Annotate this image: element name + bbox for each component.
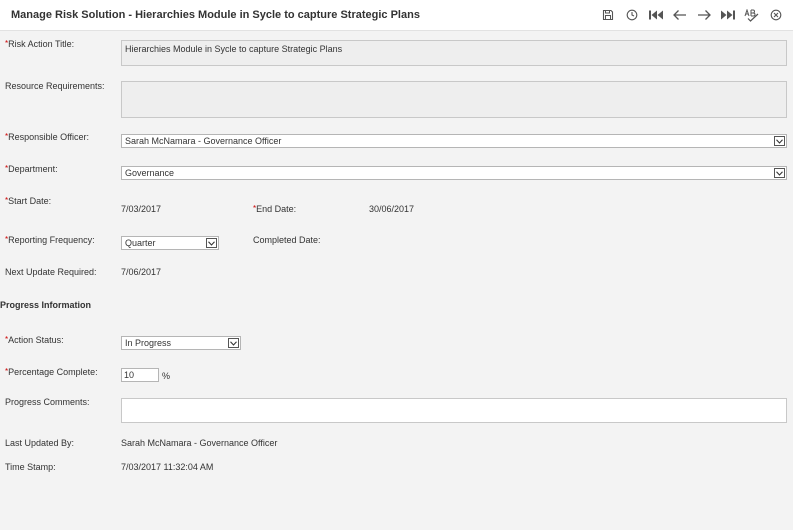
- responsible-officer-value: Sarah McNamara - Governance Officer: [125, 136, 282, 146]
- history-icon: [626, 9, 638, 21]
- action-status-label: *Action Status:: [5, 335, 64, 345]
- last-record-button[interactable]: [716, 6, 740, 24]
- first-record-button[interactable]: [644, 6, 668, 24]
- chevron-down-icon: [774, 136, 785, 146]
- progress-information-heading: Progress Information: [0, 300, 92, 310]
- percentage-complete-input[interactable]: 10: [121, 368, 159, 382]
- responsible-officer-label: *Responsible Officer:: [5, 132, 89, 142]
- history-button[interactable]: [620, 6, 644, 24]
- end-date-value[interactable]: 30/06/2017: [369, 204, 414, 214]
- last-record-icon: [721, 10, 735, 20]
- action-status-value: In Progress: [125, 338, 172, 348]
- resource-requirements-field[interactable]: [121, 81, 787, 118]
- chevron-down-icon: [774, 168, 785, 178]
- end-date-label: *End Date:: [253, 204, 297, 214]
- close-button[interactable]: [764, 6, 788, 24]
- action-status-select[interactable]: In Progress: [121, 336, 241, 350]
- start-date-value[interactable]: 7/03/2017: [121, 204, 161, 214]
- risk-action-title-label: *Risk Action Title:: [5, 39, 75, 49]
- time-stamp-label: Time Stamp:: [5, 462, 56, 472]
- risk-action-title-field[interactable]: Hierarchies Module in Sycle to capture S…: [121, 40, 787, 66]
- department-label: *Department:: [5, 164, 58, 174]
- percentage-complete-label: *Percentage Complete:: [5, 367, 98, 377]
- reporting-frequency-label: *Reporting Frequency:: [5, 235, 95, 245]
- progress-comments-field[interactable]: [121, 398, 787, 423]
- window-header: Manage Risk Solution - Hierarchies Modul…: [0, 0, 793, 31]
- previous-record-button[interactable]: [668, 6, 692, 24]
- chevron-down-icon: [228, 338, 239, 348]
- toolbar: [596, 6, 788, 24]
- close-icon: [770, 9, 782, 21]
- completed-date-label: Completed Date:: [253, 235, 321, 245]
- spellcheck-button[interactable]: [740, 6, 764, 24]
- percent-unit: %: [162, 371, 171, 381]
- save-button[interactable]: [596, 6, 620, 24]
- last-updated-by-label: Last Updated By:: [5, 438, 75, 448]
- chevron-down-icon: [206, 238, 217, 248]
- previous-record-icon: [673, 10, 686, 20]
- next-update-required-label: Next Update Required:: [5, 267, 97, 277]
- next-record-button[interactable]: [692, 6, 716, 24]
- last-updated-by-value: Sarah McNamara - Governance Officer: [121, 438, 278, 448]
- spellcheck-icon: [744, 8, 759, 22]
- progress-comments-label: Progress Comments:: [5, 397, 90, 407]
- start-date-label: *Start Date:: [5, 196, 52, 206]
- first-record-icon: [649, 10, 663, 20]
- department-select[interactable]: Governance: [121, 166, 787, 180]
- responsible-officer-select[interactable]: Sarah McNamara - Governance Officer: [121, 134, 787, 148]
- time-stamp-value: 7/03/2017 11:32:04 AM: [121, 462, 214, 472]
- department-value: Governance: [125, 168, 175, 178]
- reporting-frequency-select[interactable]: Quarter: [121, 236, 219, 250]
- next-record-icon: [698, 10, 711, 20]
- save-icon: [602, 9, 614, 21]
- next-update-required-value: 7/06/2017: [121, 267, 162, 277]
- reporting-frequency-value: Quarter: [125, 238, 156, 248]
- resource-requirements-label: Resource Requirements:: [5, 81, 105, 91]
- page-title: Manage Risk Solution - Hierarchies Modul…: [11, 9, 420, 21]
